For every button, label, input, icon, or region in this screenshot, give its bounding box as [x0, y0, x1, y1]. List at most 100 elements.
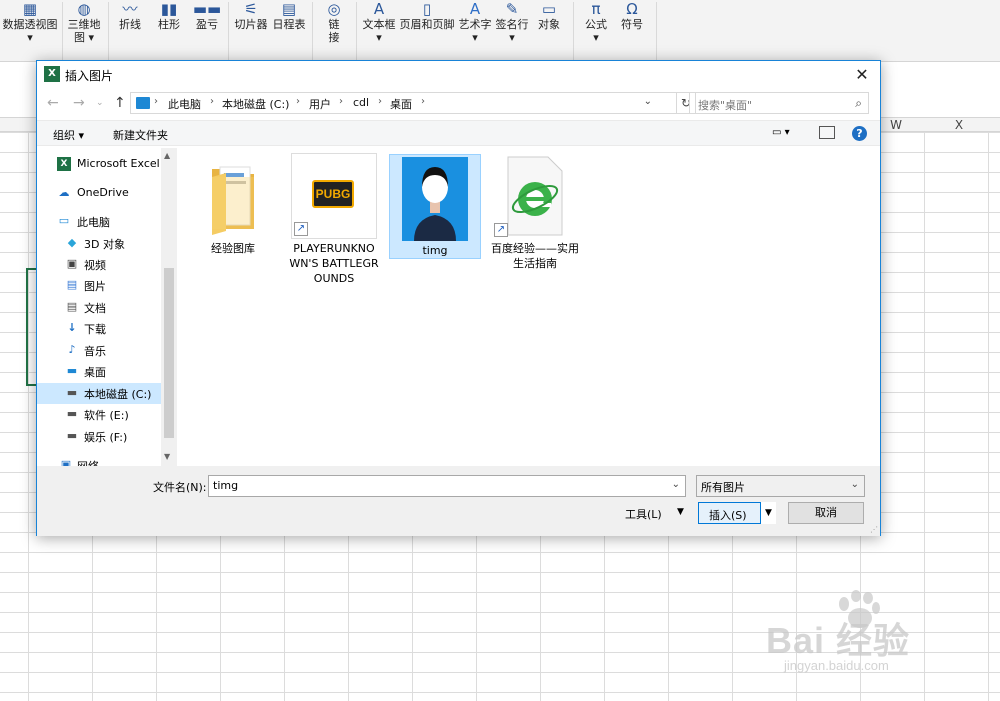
chevron-down-icon[interactable]: ⌄: [851, 479, 859, 490]
pivot-chart-icon: ▦: [22, 0, 38, 18]
3d-objects-icon: ◆: [67, 236, 77, 249]
symbol-button[interactable]: Ω 符号: [616, 0, 648, 31]
nav-item-music[interactable]: ♪ 音乐: [37, 340, 161, 361]
signature-line-button[interactable]: ✎ 签名行 ▾: [494, 0, 530, 44]
3d-map-button[interactable]: ◍ 三维地图 ▾: [66, 0, 102, 44]
chevron-right-icon[interactable]: ›: [378, 96, 382, 107]
nav-scrollbar[interactable]: ▲ ▼: [161, 148, 177, 466]
organize-button[interactable]: 组织 ▾: [53, 127, 84, 143]
filename-input[interactable]: timg ⌄: [208, 475, 686, 497]
preview-pane-icon[interactable]: [819, 126, 835, 139]
nav-item-pictures[interactable]: ▤ 图片: [37, 275, 161, 296]
resize-grip-icon[interactable]: ⋰: [870, 525, 878, 534]
scroll-up-icon[interactable]: ▲: [164, 151, 170, 160]
sparkline-column-button[interactable]: ▮▮ 柱形: [153, 0, 185, 31]
breadcrumb-cdl[interactable]: cdl: [353, 96, 369, 109]
dialog-footer: 文件名(N): timg ⌄ 所有图片 ⌄ 工具(L) ▼ 插入(S) ▼ 取消…: [37, 466, 880, 536]
chevron-right-icon[interactable]: ›: [339, 96, 343, 107]
download-icon: ↓: [67, 321, 77, 334]
object-button[interactable]: ▭ 对象: [533, 0, 565, 31]
column-header-x[interactable]: X: [928, 118, 990, 132]
group-separator: [312, 2, 313, 60]
wordart-button[interactable]: A 艺术字 ▾: [457, 0, 493, 44]
nav-item-network[interactable]: ▣ 网络: [37, 455, 161, 466]
chevron-right-icon[interactable]: ›: [296, 96, 300, 107]
excel-icon: X: [57, 157, 71, 171]
nav-item-documents[interactable]: ▤ 文档: [37, 297, 161, 318]
forward-arrow-icon[interactable]: →: [73, 95, 85, 111]
file-list: 经验图库 PUBG ↗ PLAYERUNKNOWN'S BATTLEGROUND…: [179, 148, 878, 466]
help-icon[interactable]: ?: [852, 126, 867, 141]
file-item-pubg[interactable]: PUBG ↗ PLAYERUNKNOWN'S BATTLEGROUNDS: [288, 153, 380, 286]
nav-item-excel[interactable]: X Microsoft Excel: [37, 154, 161, 175]
chevron-right-icon[interactable]: ›: [210, 96, 214, 107]
timeline-icon: ▤: [281, 0, 297, 18]
tools-button[interactable]: 工具(L): [625, 506, 662, 522]
chevron-down-icon[interactable]: ⌄: [672, 479, 680, 490]
sparkline-line-button[interactable]: 〰折线: [114, 0, 146, 31]
tools-dropdown-icon[interactable]: ▼: [677, 507, 684, 517]
nav-item-desktop[interactable]: ▬ 桌面: [37, 361, 161, 382]
drive-icon: ▬: [66, 429, 78, 442]
nav-item-videos[interactable]: ▣ 视频: [37, 254, 161, 275]
slicer-icon: ⚟: [244, 0, 258, 18]
file-item-baidu-jingyan[interactable]: ↗ 百度经验——实用生活指南: [489, 153, 581, 271]
chevron-down-icon[interactable]: ⌄: [644, 96, 652, 107]
breadcrumb-desktop[interactable]: 桌面: [390, 96, 412, 112]
file-name: 百度经验——实用生活指南: [491, 242, 579, 270]
video-icon: ▣: [66, 257, 78, 270]
filetype-select[interactable]: 所有图片 ⌄: [696, 475, 865, 497]
filename-value: timg: [213, 479, 239, 492]
timeline-button[interactable]: ▤ 日程表: [271, 0, 307, 31]
file-name: timg: [422, 244, 448, 257]
nav-item-drive-f[interactable]: ▬ 娱乐 (F:): [37, 426, 161, 447]
scroll-down-icon[interactable]: ▼: [164, 452, 170, 461]
nav-item-this-pc[interactable]: ▭ 此电脑: [37, 211, 161, 232]
dialog-title: 插入图片: [65, 69, 114, 83]
line-chart-icon: 〰: [122, 0, 138, 18]
up-arrow-icon[interactable]: ↑: [114, 95, 126, 111]
search-icon[interactable]: ⌕: [855, 96, 862, 111]
dialog-titlebar[interactable]: X 插入图片 ✕: [37, 61, 880, 88]
insert-button[interactable]: 插入(S) ▼: [698, 502, 776, 524]
file-item-timg[interactable]: timg: [389, 154, 481, 259]
breadcrumb-users[interactable]: 用户: [309, 96, 331, 112]
recent-dropdown-icon[interactable]: ⌄: [96, 98, 104, 108]
nav-item-drive-c[interactable]: ▬ 本地磁盘 (C:): [37, 383, 161, 404]
back-arrow-icon[interactable]: ←: [47, 95, 59, 111]
nav-item-onedrive[interactable]: ☁ OneDrive: [37, 183, 161, 204]
header-footer-button[interactable]: ▯ 页眉和页脚: [398, 0, 456, 31]
onedrive-icon: ☁: [58, 186, 70, 199]
photo-thumbnail: [392, 155, 478, 241]
search-placeholder: 搜索"桌面": [698, 99, 753, 112]
nav-item-3d-objects[interactable]: ◆ 3D 对象: [37, 233, 161, 254]
chevron-right-icon[interactable]: ›: [154, 96, 158, 107]
breadcrumb-drive-c[interactable]: 本地磁盘 (C:): [222, 96, 289, 112]
textbox-button[interactable]: A 文本框 ▾: [360, 0, 398, 44]
file-item-folder[interactable]: 经验图库: [187, 153, 279, 256]
documents-icon: ▤: [66, 300, 78, 313]
link-button[interactable]: ◎ 链接: [318, 0, 350, 44]
slicer-button[interactable]: ⚟ 切片器: [232, 0, 270, 31]
insert-label: 插入(S): [709, 509, 747, 522]
filename-label: 文件名(N):: [153, 481, 207, 494]
pivot-chart-button[interactable]: ▦ 数据透视图 ▾: [2, 0, 58, 44]
cancel-button[interactable]: 取消: [788, 502, 864, 524]
nav-item-drive-e[interactable]: ▬ 软件 (E:): [37, 404, 161, 425]
view-options-icon[interactable]: ▭ ▾: [772, 127, 802, 141]
music-icon: ♪: [68, 343, 76, 356]
insert-dropdown-icon[interactable]: ▼: [760, 502, 776, 524]
chevron-right-icon[interactable]: ›: [421, 96, 425, 107]
equation-button[interactable]: π 公式 ▾: [578, 0, 614, 44]
scroll-thumb[interactable]: [164, 268, 174, 438]
sparkline-winloss-button[interactable]: ▬▬ 盈亏: [191, 0, 223, 31]
close-button[interactable]: ✕: [844, 61, 880, 88]
filetype-value: 所有图片: [701, 481, 745, 494]
file-name: PLAYERUNKNOWN'S BATTLEGROUNDS: [289, 242, 379, 285]
nav-item-downloads[interactable]: ↓ 下载: [37, 318, 161, 339]
address-bar[interactable]: › 此电脑 › 本地磁盘 (C:) › 用户 › cdl › 桌面 › ⌄: [130, 92, 677, 114]
watermark-brand: Bai 经验: [766, 620, 911, 661]
new-folder-button[interactable]: 新建文件夹: [113, 127, 168, 143]
search-input[interactable]: 搜索"桌面" ⌕: [689, 92, 869, 114]
breadcrumb-pc[interactable]: 此电脑: [168, 96, 201, 112]
